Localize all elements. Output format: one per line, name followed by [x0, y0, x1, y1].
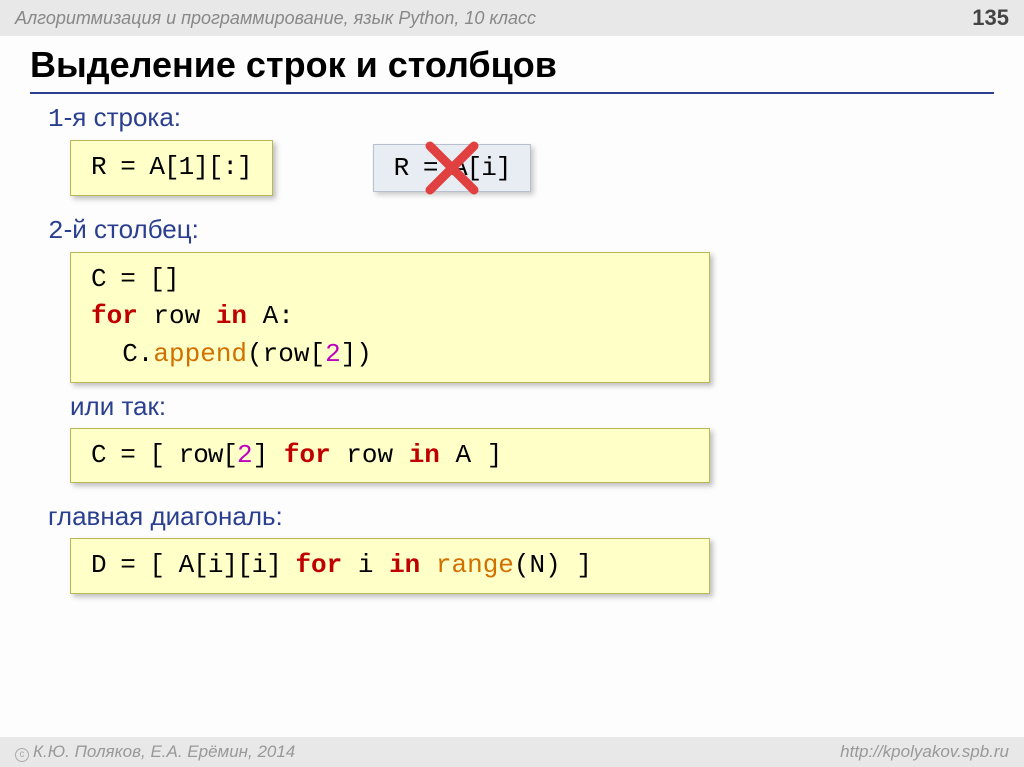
row-first: R = A[1][:] R = A[i]	[70, 140, 994, 196]
subject-line: Алгоритмизация и программирование, язык …	[15, 8, 536, 29]
code-column-loop: C = [] for row in A: C.append(row[2])	[70, 252, 710, 383]
authors: cК.Ю. Поляков, Е.А. Ерёмин, 2014	[15, 742, 295, 762]
wrong-example: R = A[i]	[373, 144, 532, 192]
page-number: 135	[972, 5, 1009, 31]
slide-footer: cК.Ю. Поляков, Е.А. Ерёмин, 2014 http://…	[0, 737, 1024, 767]
slide-header: Алгоритмизация и программирование, язык …	[0, 0, 1024, 36]
footer-url: http://kpolyakov.spb.ru	[840, 742, 1009, 762]
code-column-comp: C = [ row[2] for row in A ]	[70, 428, 710, 484]
slide-title: Выделение строк и столбцов	[30, 44, 994, 94]
code-row-slice: R = A[1][:]	[70, 140, 273, 196]
or-label: или так:	[70, 391, 994, 422]
code-diagonal: D = [ A[i][i] for i in range(N) ]	[70, 538, 710, 594]
slide-content: Выделение строк и столбцов 1-я строка: R…	[0, 36, 1024, 594]
section-1-label: 1-я строка:	[48, 102, 994, 134]
section-2-label: 2-й столбец:	[48, 214, 994, 246]
copyright-icon: c	[15, 748, 29, 762]
code-wrong: R = A[i]	[373, 144, 532, 192]
section-3-label: главная диагональ:	[48, 501, 994, 532]
